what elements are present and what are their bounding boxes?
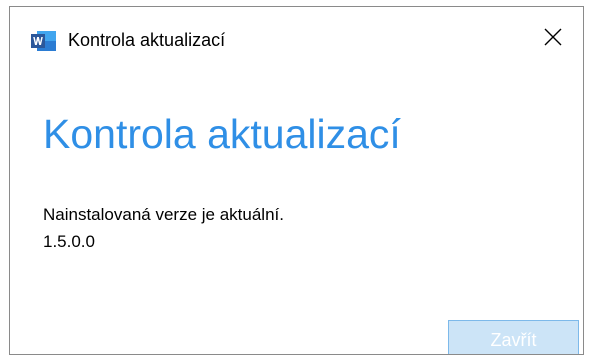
- title-bar: Kontrola aktualizací: [10, 7, 583, 73]
- update-check-dialog: Kontrola aktualizací Kontrola aktualizac…: [9, 6, 584, 355]
- word-icon: [31, 30, 57, 52]
- close-icon: [544, 28, 562, 51]
- status-message: Nainstalovaná verze je aktuální.: [43, 205, 284, 224]
- version-number: 1.5.0.0: [43, 232, 95, 251]
- close-button[interactable]: Zavřít: [448, 320, 579, 354]
- dialog-heading: Kontrola aktualizací: [43, 111, 401, 157]
- window-title: Kontrola aktualizací: [68, 30, 226, 50]
- close-window-button[interactable]: [523, 7, 583, 71]
